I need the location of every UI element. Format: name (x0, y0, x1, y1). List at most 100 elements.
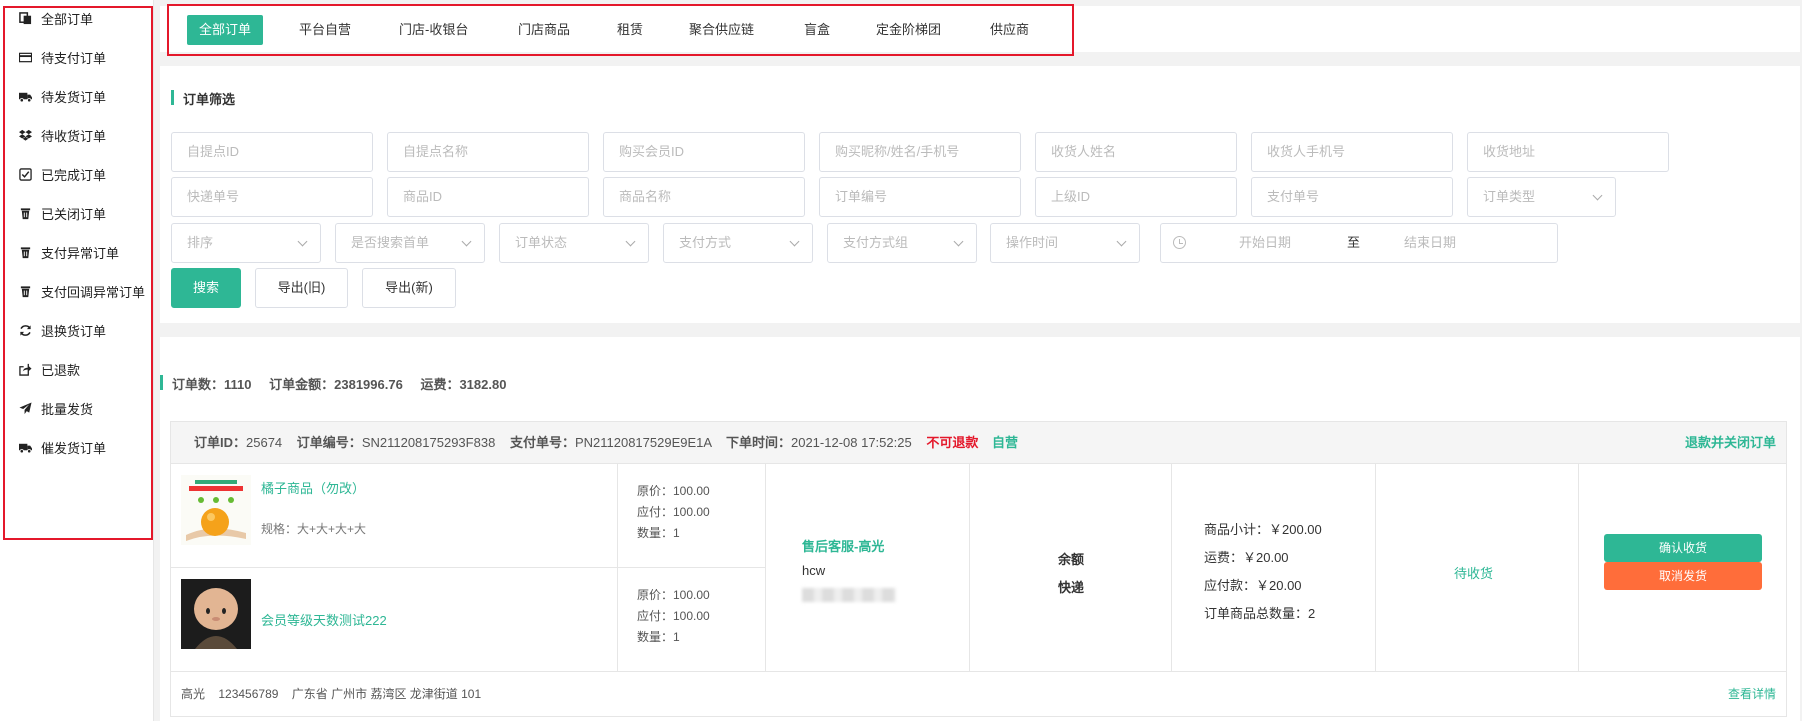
sidebar-item[interactable]: 支付回调异常订单 (18, 281, 145, 301)
refund-close-link[interactable]: 退款并关闭订单 (1685, 422, 1776, 464)
sidebar-item-label: 支付异常订单 (41, 245, 120, 261)
copy-icon (18, 11, 32, 25)
order-status: 待收货 (1454, 566, 1494, 581)
product-image-doll[interactable] (181, 579, 251, 649)
buyer-name: hcw (802, 563, 826, 578)
filter-input[interactable]: 自提点ID (171, 132, 373, 172)
tab[interactable]: 全部订单 (187, 15, 264, 45)
row-divider (171, 567, 766, 568)
sidebar-item[interactable]: 已关闭订单 (18, 203, 106, 223)
product-name[interactable]: 会员等级天数测试222 (261, 610, 387, 629)
self-flag: 自营 (991, 435, 1018, 450)
date-separator: 至 (1347, 235, 1361, 250)
order-id-label: 订单ID： (194, 435, 247, 450)
trash-icon (18, 206, 32, 220)
sidebar-item-label: 退换货订单 (41, 323, 107, 339)
product-pay-price: 应付：100.00 (637, 505, 710, 519)
tab[interactable]: 盲盒 (804, 15, 830, 45)
filter-select[interactable]: 是否搜索首单 (335, 223, 485, 263)
sidebar-item[interactable]: 待发货订单 (18, 86, 106, 106)
sidebar-item[interactable]: 已完成订单 (18, 164, 106, 184)
filter-input[interactable]: 收货人姓名 (1035, 132, 1237, 172)
product-image-orange[interactable] (181, 475, 251, 545)
receiver-name: 高光 (181, 687, 206, 701)
filter-select[interactable]: 支付方式 (663, 223, 813, 263)
tab[interactable]: 门店-收银台 (399, 15, 468, 45)
receiver-address: 广东省 广州市 荔湾区 龙津街道 101 (291, 687, 482, 701)
column-divider (1578, 464, 1579, 671)
service-agent[interactable]: 售后客服-高光 (802, 536, 884, 555)
column-divider (1375, 464, 1376, 671)
trash-icon (18, 245, 32, 259)
filter-select[interactable]: 订单状态 (499, 223, 649, 263)
check-square-icon (18, 167, 32, 181)
pay-no: PN21120817529E9E1A (574, 435, 712, 450)
filter-input[interactable]: 上级ID (1035, 177, 1237, 217)
orders-panel: 订单数：1110 订单金额：2381996.76 运费：3182.80 订单ID… (160, 337, 1800, 721)
goods-subtotal: 商品小计：￥200.00 (1204, 522, 1322, 537)
buyer-phone-masked (802, 588, 896, 602)
sidebar-item[interactable]: 待支付订单 (18, 47, 106, 67)
filter-input[interactable]: 收货地址 (1467, 132, 1669, 172)
trash-icon (18, 284, 32, 298)
refresh-icon (18, 323, 32, 337)
view-detail-link[interactable]: 查看详情 (1728, 672, 1776, 716)
filter-input[interactable]: 购买会员ID (603, 132, 805, 172)
date-start: 开始日期 (1239, 235, 1292, 250)
tab[interactable]: 供应商 (990, 15, 1029, 45)
filter-input[interactable]: 购买昵称/姓名/手机号 (819, 132, 1021, 172)
tab[interactable]: 聚合供应链 (689, 15, 754, 45)
tab[interactable]: 租赁 (617, 15, 643, 45)
delivery-method: 快递 (1058, 580, 1085, 595)
sidebar-item[interactable]: 支付异常订单 (18, 242, 119, 262)
tab[interactable]: 定金阶梯团 (876, 15, 941, 45)
order-footer: 高光 123456789 广东省 广州市 荔湾区 龙津街道 101 查看详情 (171, 671, 1786, 717)
export-old-button[interactable]: 导出(旧) (255, 268, 348, 308)
pay-no-label: 支付单号： (509, 435, 575, 450)
order-header: 订单ID：25674 订单编号：SN211208175293F838 支付单号：… (171, 422, 1786, 464)
sidebar-item[interactable]: 催发货订单 (18, 437, 106, 457)
cancel-shipment-button[interactable]: 取消发货 (1604, 562, 1762, 590)
filter-input[interactable]: 快递单号 (171, 177, 373, 217)
sidebar-item[interactable]: 已退款 (18, 359, 80, 379)
order-type-select[interactable]: 订单类型 (1467, 177, 1616, 217)
sidebar-item[interactable]: 退换货订单 (18, 320, 106, 340)
product-orig-price: 原价：100.00 (637, 484, 710, 498)
filter-input[interactable]: 收货人手机号 (1251, 132, 1453, 172)
filter-title: 订单筛选 (171, 89, 235, 108)
order-stats: 订单数：1110 订单金额：2381996.76 运费：3182.80 (160, 374, 520, 393)
filter-select[interactable]: 操作时间 (990, 223, 1140, 263)
product-name[interactable]: 橘子商品（勿改） (261, 478, 365, 497)
sidebar: 全部订单待支付订单待发货订单待收货订单已完成订单已关闭订单支付异常订单支付回调异… (0, 0, 154, 721)
filter-select[interactable]: 排序 (171, 223, 321, 263)
sidebar-item-label: 支付回调异常订单 (41, 284, 146, 300)
truck-icon (18, 440, 32, 454)
filter-input[interactable]: 商品名称 (603, 177, 805, 217)
confirm-receipt-button[interactable]: 确认收货 (1604, 534, 1762, 562)
sidebar-item-label: 已退款 (41, 362, 81, 378)
filter-select[interactable]: 支付方式组 (827, 223, 977, 263)
clock-icon (1173, 236, 1186, 249)
sidebar-item[interactable]: 待收货订单 (18, 125, 106, 145)
product-qty: 数量：1 (637, 526, 680, 540)
date-range-picker[interactable]: 开始日期 至 结束日期 (1160, 223, 1558, 263)
sidebar-item[interactable]: 全部订单 (18, 8, 93, 28)
search-button[interactable]: 搜索 (171, 268, 241, 308)
sidebar-item-label: 全部订单 (41, 11, 94, 27)
order-freight-amount: 运费：￥20.00 (1204, 550, 1289, 565)
truck-icon (18, 89, 32, 103)
product-pay-price: 应付：100.00 (637, 609, 710, 623)
tab[interactable]: 门店商品 (518, 15, 570, 45)
filter-input[interactable]: 自提点名称 (387, 132, 589, 172)
refund-flag: 不可退款 (926, 435, 979, 450)
column-divider (969, 464, 970, 671)
share-icon (18, 362, 32, 376)
filter-input[interactable]: 商品ID (387, 177, 589, 217)
tab[interactable]: 平台自营 (299, 15, 351, 45)
filter-input[interactable]: 订单编号 (819, 177, 1021, 217)
export-new-button[interactable]: 导出(新) (362, 268, 456, 308)
sidebar-item-label: 待发货订单 (41, 89, 107, 105)
filter-input[interactable]: 支付单号 (1251, 177, 1453, 217)
order-count: 订单数：1110 (172, 377, 252, 392)
sidebar-item[interactable]: 批量发货 (18, 398, 93, 418)
